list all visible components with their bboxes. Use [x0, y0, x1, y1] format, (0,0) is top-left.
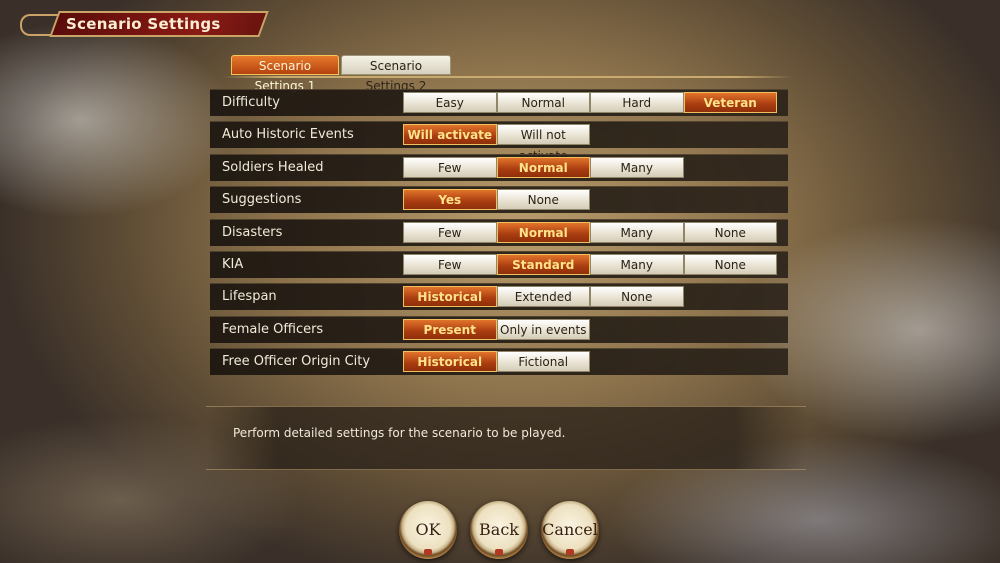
tab-scenario-settings-2[interactable]: Scenario Settings 2 [341, 55, 451, 93]
option-button[interactable]: Present [403, 318, 497, 340]
option-button[interactable]: Historical [403, 286, 497, 308]
cancel-button-label: Cancel [542, 520, 598, 539]
option-button[interactable]: Few [403, 156, 497, 178]
option-button[interactable]: Normal [496, 156, 590, 178]
settings-list: Difficulty Easy Normal Hard Veteran Auto Hist… [210, 89, 788, 381]
setting-label: Disasters [222, 224, 283, 240]
option-group: Few Normal Many [403, 156, 684, 178]
option-button[interactable]: Only in events [496, 318, 590, 340]
option-button[interactable]: Yes [403, 189, 497, 211]
option-button[interactable]: None [590, 286, 684, 308]
option-group: Present Only in events [403, 318, 590, 340]
setting-label: KIA [222, 256, 244, 272]
option-button[interactable]: Normal [496, 221, 590, 243]
option-button[interactable]: Will not activate [496, 124, 590, 163]
option-button[interactable]: Many [590, 221, 684, 243]
back-button-label: Back [479, 520, 519, 539]
option-group: Few Standard Many None [403, 253, 777, 275]
setting-row: Female Officers Present Only in events [210, 315, 788, 343]
setting-row: Auto Historic Events Will activate Will no… [210, 121, 788, 163]
setting-label: Lifespan [222, 289, 277, 305]
setting-label: Female Officers [222, 321, 324, 337]
option-button[interactable]: None [496, 189, 590, 211]
setting-label: Soldiers Healed [222, 159, 324, 175]
option-button[interactable]: Many [590, 253, 684, 275]
option-group: Historical Extended None [403, 286, 684, 308]
option-button[interactable]: Extended [496, 286, 590, 308]
setting-row: Lifespan Historical Extended None [210, 283, 788, 311]
option-group: Yes None [403, 189, 590, 211]
setting-label: Free Officer Origin City [222, 354, 371, 370]
ok-button[interactable]: OK [399, 501, 457, 559]
option-group: Easy Normal Hard Veteran [403, 92, 777, 113]
setting-row: Free Officer Origin City Historical Fictio… [210, 348, 788, 376]
option-button[interactable]: Many [590, 156, 684, 178]
cancel-button[interactable]: Cancel [541, 501, 599, 559]
setting-label: Suggestions [222, 192, 302, 208]
option-button[interactable]: Normal [496, 92, 590, 113]
option-button[interactable]: Fictional [496, 351, 590, 373]
option-button[interactable]: Few [403, 253, 497, 275]
option-button[interactable]: Few [403, 221, 497, 243]
option-button[interactable]: None [683, 253, 777, 275]
screen-header: Scenario Settings [20, 8, 275, 40]
back-button[interactable]: Back [470, 501, 528, 559]
option-button[interactable]: None [683, 221, 777, 243]
tab-bar: Scenario Settings 1 Scenario Settings 2 [231, 55, 451, 93]
setting-label: Difficulty [222, 95, 280, 110]
option-button[interactable]: Veteran [683, 92, 777, 113]
setting-row: Disasters Few Normal Many None [210, 218, 788, 246]
page-title: Scenario Settings [66, 15, 221, 33]
back-button-jewel-icon [495, 549, 503, 555]
option-button[interactable]: Standard [496, 253, 590, 275]
option-group: Will activateWill not activate [403, 124, 590, 163]
tab-scenario-settings-1[interactable]: Scenario Settings 1 [231, 55, 339, 93]
option-button[interactable]: Will activate [403, 124, 497, 146]
setting-row: Suggestions Yes None [210, 186, 788, 214]
option-group: Few Normal Many None [403, 221, 777, 243]
option-button[interactable]: Historical [403, 351, 497, 373]
description-text: Perform detailed settings for the scenar… [233, 426, 566, 440]
setting-row: KIA Few Standard Many None [210, 250, 788, 278]
ok-button-jewel-icon [424, 549, 432, 555]
setting-row: Difficulty Easy Normal Hard Veteran [210, 89, 788, 116]
cancel-button-jewel-icon [566, 549, 574, 555]
setting-label: Auto Historic Events [222, 127, 354, 143]
setting-row: Soldiers Healed Few Normal Many [210, 153, 788, 181]
tab-divider [222, 76, 792, 78]
option-button[interactable]: Hard [590, 92, 684, 113]
option-group: Historical Fictional [403, 351, 590, 373]
ok-button-label: OK [415, 520, 441, 539]
option-button[interactable]: Easy [403, 92, 497, 113]
